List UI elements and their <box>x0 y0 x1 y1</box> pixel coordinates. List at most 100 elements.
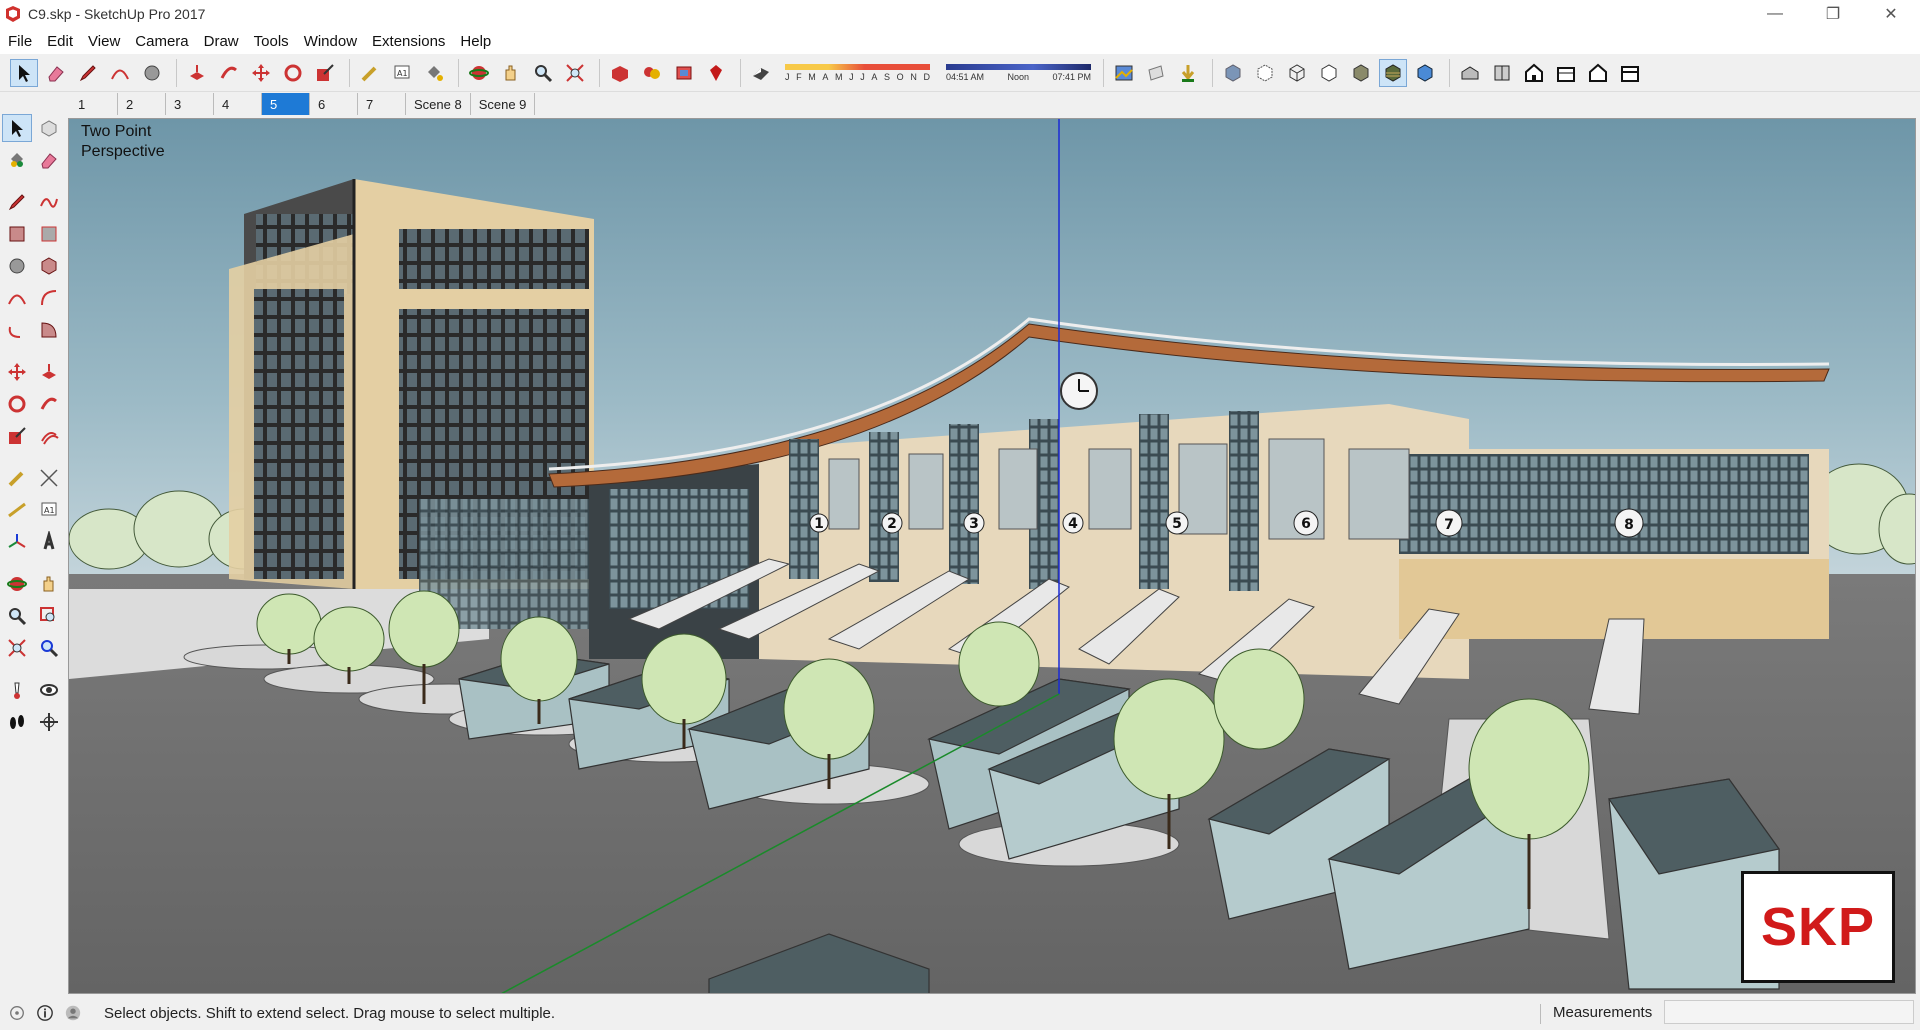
zoom-extents-button[interactable] <box>561 59 589 87</box>
pan-button[interactable] <box>497 59 525 87</box>
scale-tool[interactable] <box>2 422 32 450</box>
line-tool-button[interactable] <box>74 59 102 87</box>
tab-scene-2[interactable]: 2 <box>118 93 166 115</box>
menu-file[interactable]: File <box>8 33 32 50</box>
freehand-tool[interactable] <box>34 188 64 216</box>
tab-scene-4[interactable]: 4 <box>214 93 262 115</box>
menu-camera[interactable]: Camera <box>135 33 188 50</box>
minimize-button[interactable]: — <box>1746 0 1804 28</box>
offset-tool[interactable] <box>34 422 64 450</box>
scale-tool-button[interactable] <box>311 59 339 87</box>
polygon-tool[interactable] <box>34 252 64 280</box>
move-tool[interactable] <box>2 358 32 386</box>
rotate-tool[interactable] <box>2 390 32 418</box>
pie-tool[interactable] <box>34 316 64 344</box>
section-plane-tool[interactable] <box>34 708 64 736</box>
menu-extensions[interactable]: Extensions <box>372 33 445 50</box>
push-pull-tool[interactable] <box>34 358 64 386</box>
extension-warehouse-button[interactable] <box>638 59 666 87</box>
move-tool-button[interactable] <box>247 59 275 87</box>
pan-tool[interactable] <box>34 570 64 598</box>
arc-tool[interactable] <box>2 284 32 312</box>
eraser-tool[interactable] <box>34 146 64 174</box>
orbit-tool[interactable] <box>2 570 32 598</box>
tab-scene-7[interactable]: 7 <box>358 93 406 115</box>
top-view-button[interactable] <box>1488 59 1516 87</box>
text-tool[interactable]: A1 <box>34 496 64 524</box>
warehouse-button[interactable] <box>606 59 634 87</box>
menu-edit[interactable]: Edit <box>47 33 73 50</box>
geo-location-icon[interactable] <box>6 1002 28 1024</box>
tab-scene-8[interactable]: Scene 8 <box>406 93 471 115</box>
shaded-button[interactable] <box>1347 59 1375 87</box>
push-pull-button[interactable] <box>183 59 211 87</box>
eraser-tool-button[interactable] <box>42 59 70 87</box>
follow-me-button[interactable] <box>215 59 243 87</box>
paint-bucket-tool[interactable] <box>2 146 32 174</box>
line-tool[interactable] <box>2 188 32 216</box>
tab-scene-1[interactable]: 1 <box>70 93 118 115</box>
rotated-rectangle-tool[interactable] <box>34 220 64 248</box>
rotate-tool-button[interactable] <box>279 59 307 87</box>
shadow-date-slider[interactable]: JFMAMJJASOND <box>785 63 930 82</box>
info-icon[interactable] <box>34 1002 56 1024</box>
import-button[interactable] <box>1174 59 1202 87</box>
restore-button[interactable]: ❐ <box>1804 0 1862 28</box>
iso-view-button[interactable] <box>1456 59 1484 87</box>
menu-help[interactable]: Help <box>460 33 491 50</box>
front-view-button[interactable] <box>1520 59 1548 87</box>
axes-tool[interactable] <box>2 528 32 556</box>
close-button[interactable]: ✕ <box>1862 0 1920 28</box>
rectangle-tool[interactable] <box>2 220 32 248</box>
shadow-time-slider[interactable]: 04:51 AM Noon 07:41 PM <box>946 63 1091 82</box>
previous-view-tool[interactable] <box>34 634 64 662</box>
right-view-button[interactable] <box>1552 59 1580 87</box>
tab-scene-3[interactable]: 3 <box>166 93 214 115</box>
layout-button[interactable] <box>670 59 698 87</box>
xray-style-button[interactable] <box>1219 59 1247 87</box>
walk-tool[interactable] <box>2 708 32 736</box>
tape-measure-button[interactable] <box>356 59 384 87</box>
menu-draw[interactable]: Draw <box>204 33 239 50</box>
back-view-button[interactable] <box>1584 59 1612 87</box>
shaded-textures-button[interactable] <box>1379 58 1407 87</box>
model-viewport[interactable]: 1 2 3 4 5 6 7 8 Two Point Perspective SK… <box>68 118 1916 994</box>
text-tool-button[interactable]: A1 <box>388 59 416 87</box>
section-plane-button[interactable] <box>1142 59 1170 87</box>
zoom-window-tool[interactable] <box>34 602 64 630</box>
circle-tool[interactable] <box>2 252 32 280</box>
dimension-tool[interactable] <box>34 464 64 492</box>
shadows-toggle-button[interactable] <box>747 59 775 87</box>
tab-scene-6[interactable]: 6 <box>310 93 358 115</box>
paint-bucket-button[interactable] <box>420 59 448 87</box>
arc-tool-button[interactable] <box>106 59 134 87</box>
protractor-tool[interactable] <box>2 496 32 524</box>
circle-tool-button[interactable] <box>138 59 166 87</box>
measurements-input[interactable] <box>1664 1000 1914 1024</box>
orbit-button[interactable] <box>465 59 493 87</box>
time-slider-bar[interactable] <box>946 63 1091 70</box>
look-around-tool[interactable] <box>34 676 64 704</box>
three-point-arc-tool[interactable] <box>2 316 32 344</box>
user-account-icon[interactable] <box>62 1002 84 1024</box>
tab-scene-9[interactable]: Scene 9 <box>471 93 536 115</box>
month-slider-bar[interactable] <box>785 63 930 70</box>
monochrome-button[interactable] <box>1411 59 1439 87</box>
wireframe-button[interactable] <box>1283 59 1311 87</box>
menu-window[interactable]: Window <box>304 33 357 50</box>
make-component-tool[interactable] <box>34 114 64 142</box>
hidden-line-button[interactable] <box>1315 59 1343 87</box>
zoom-tool[interactable] <box>2 602 32 630</box>
follow-me-tool[interactable] <box>34 390 64 418</box>
3d-text-tool[interactable] <box>34 528 64 556</box>
zoom-button[interactable] <box>529 59 557 87</box>
left-view-button[interactable] <box>1616 59 1644 87</box>
tab-scene-5[interactable]: 5 <box>262 93 310 115</box>
photo-match-button[interactable] <box>1110 59 1138 87</box>
zoom-extents-tool[interactable] <box>2 634 32 662</box>
tape-measure-tool[interactable] <box>2 464 32 492</box>
select-tool[interactable] <box>2 114 32 142</box>
extension-manager-button[interactable] <box>702 59 730 87</box>
two-point-arc-tool[interactable] <box>34 284 64 312</box>
select-tool-button[interactable] <box>10 58 38 87</box>
